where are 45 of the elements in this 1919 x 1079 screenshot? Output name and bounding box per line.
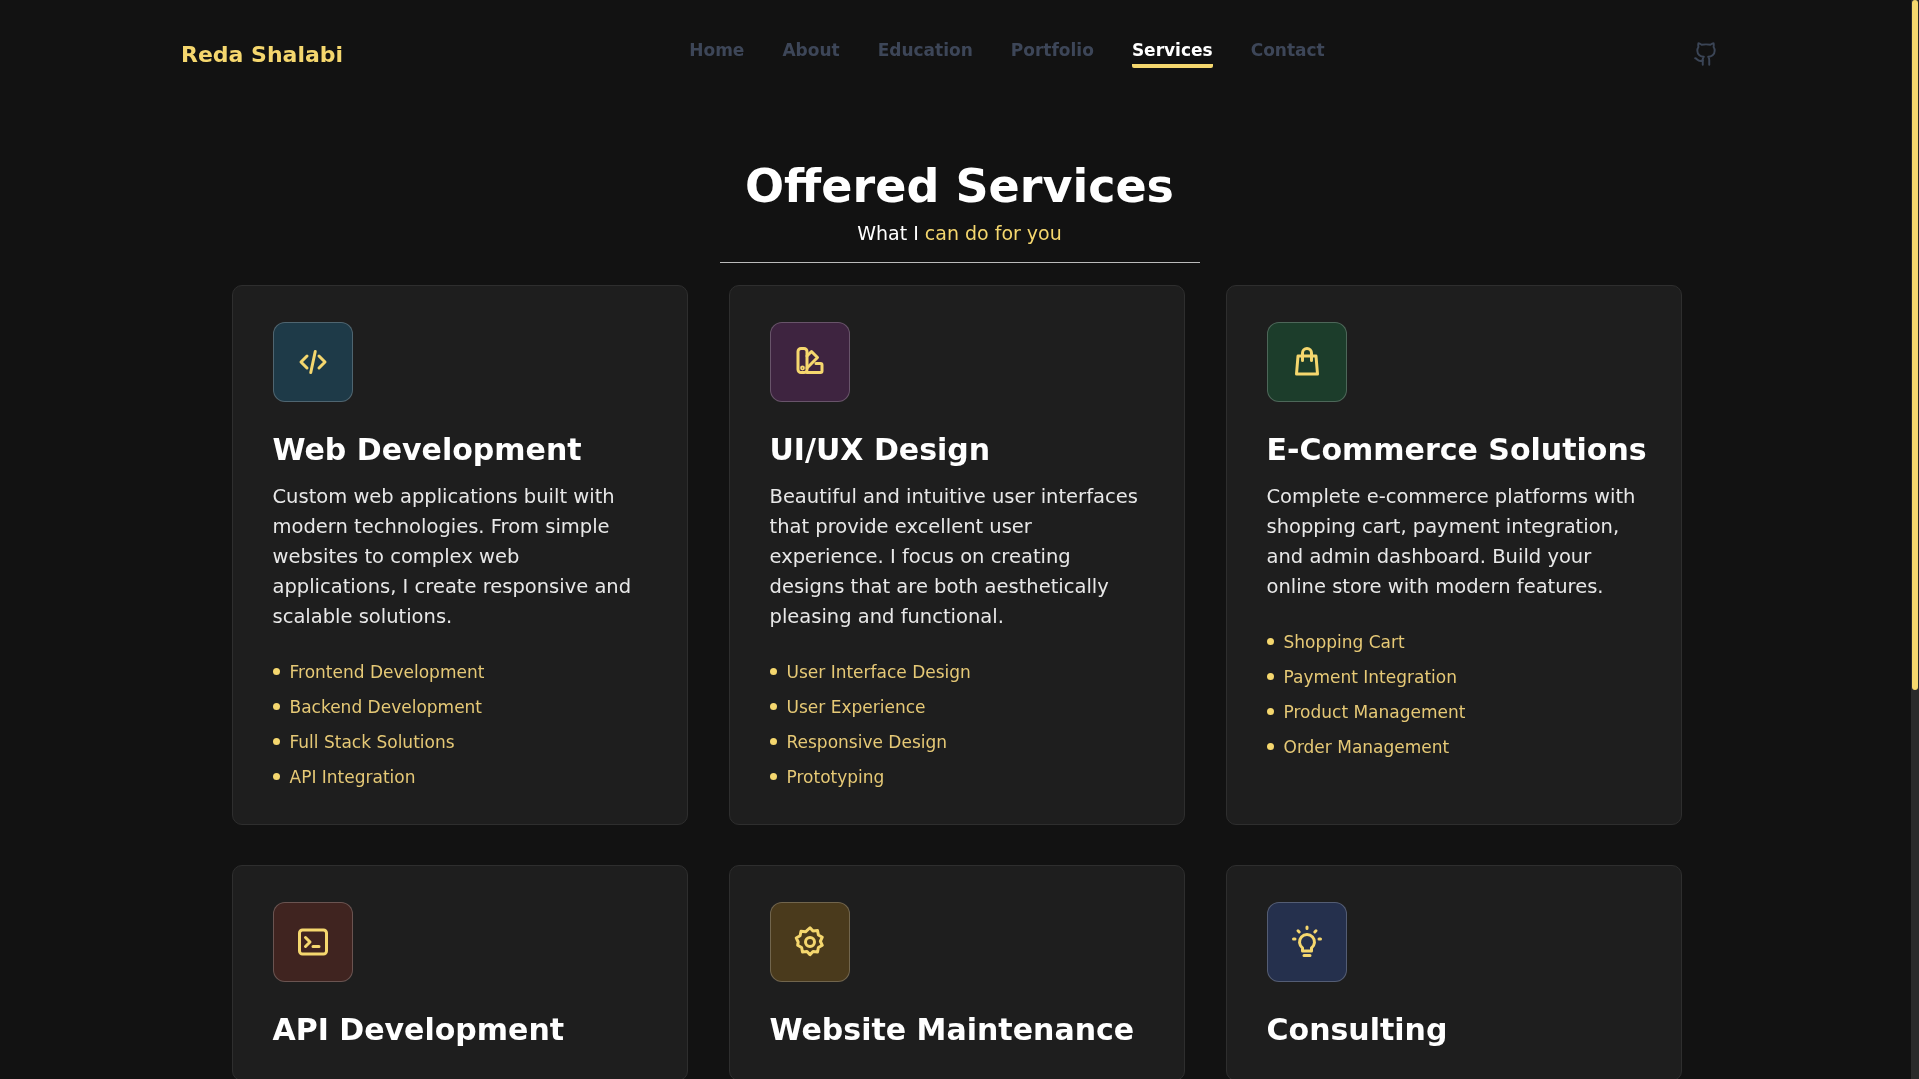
bullet-icon [272,668,280,675]
card-description: Beautiful and intuitive user interfaces that provide excellent user experience. I focus on creating designs that are both aesthetically pleasing and functional. [769,484,1139,630]
card-description: Custom web applications built with modern technologies. From simple websites to complex web applications, I create responsive and scalable solutions. [272,484,633,630]
feature-item: Product Management [1283,701,1466,722]
feature-item: Full Stack Solutions [289,731,455,752]
bullet-icon [769,738,777,745]
card-title: Consulting [1266,1011,1449,1049]
bullet-icon [1266,638,1274,645]
nav-link[interactable]: Education [877,40,973,68]
feature-item: Payment Integration [1283,666,1457,687]
feature-item: Order Management [1283,736,1450,757]
bullet-icon [769,703,777,710]
section-subtitle: What I [857,222,919,244]
feature-item: Backend Development [289,696,483,717]
bullet-icon [1266,673,1274,680]
card-title: Web Development [272,431,583,469]
github-icon[interactable] [1693,41,1719,67]
nav-link[interactable]: Home [689,40,745,68]
feature-item: Shopping Cart [1283,631,1405,652]
subtitle-highlight: can do for you [924,222,1062,244]
section-title: Offered Services [745,158,1174,214]
feature-item: Prototyping [786,766,885,787]
card-title: API Development [272,1011,566,1049]
scrollbar-track[interactable] [1911,0,1919,1079]
bullet-icon [272,738,280,745]
bullet-icon [1266,743,1274,750]
feature-item: User Interface Design [786,661,971,682]
nav-link[interactable]: Services [1131,40,1213,68]
site-logo[interactable]: Reda Shalabi [181,41,361,67]
nav-link[interactable]: About [782,40,840,68]
nav-link[interactable]: Contact [1250,40,1325,68]
feature-item: User Experience [786,696,926,717]
card-title: Website Maintenance [769,1011,1136,1049]
nav-link[interactable]: Portfolio [1010,40,1094,68]
bullet-icon [272,773,280,780]
card-description: Complete e-commerce platforms with shopping cart, payment integration, and admin dashboard. Build your online store with modern features. [1266,484,1637,600]
feature-item: Responsive Design [786,731,948,752]
bullet-icon [272,703,280,710]
bullet-icon [769,773,777,780]
card-title: UI/UX Design [769,431,992,469]
bullet-icon [1266,708,1274,715]
scrollbar-thumb[interactable] [1912,0,1918,690]
feature-item: Frontend Development [289,661,485,682]
bullet-icon [769,668,777,675]
feature-item: API Integration [289,766,416,787]
